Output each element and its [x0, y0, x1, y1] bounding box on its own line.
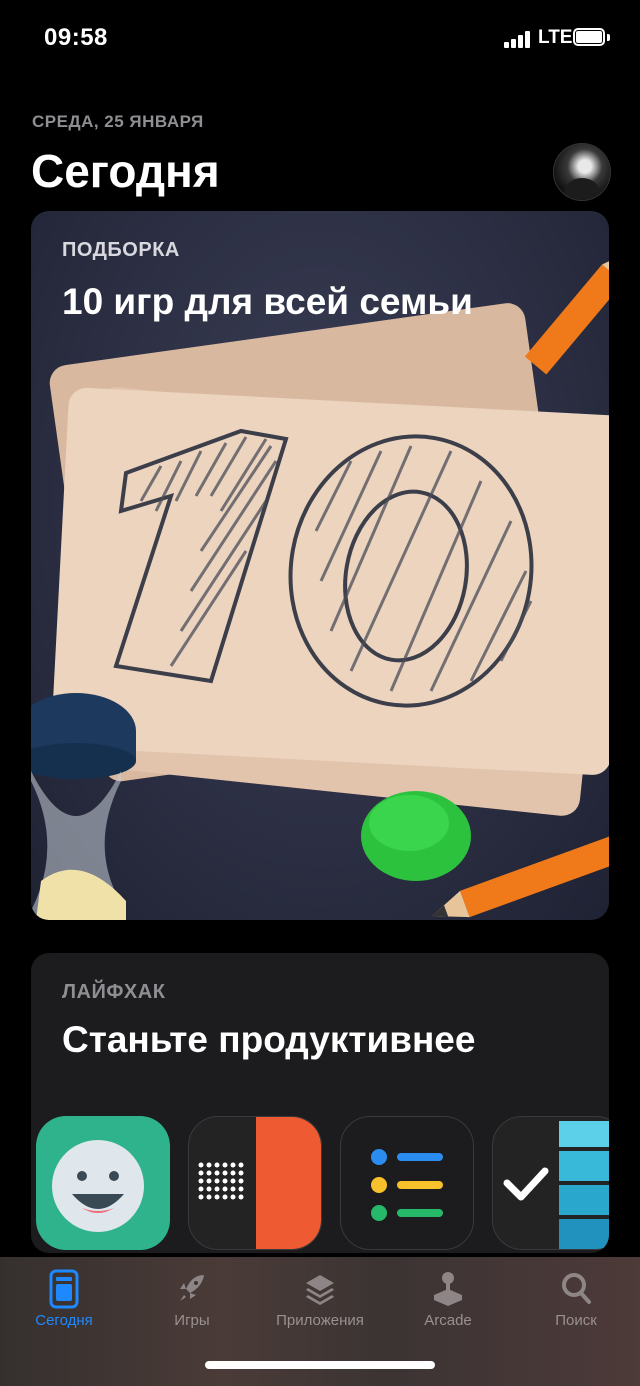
signal-icon — [504, 30, 532, 48]
app-icon-dots[interactable] — [188, 1116, 322, 1250]
smiley-icon — [52, 1140, 144, 1232]
today-icon — [49, 1269, 79, 1309]
rocket-icon — [180, 1275, 204, 1301]
story-card-lifehack[interactable]: ЛАЙФХАК Станьте продуктивнее — [31, 953, 609, 1253]
dots-grid-icon — [198, 1117, 321, 1249]
date-label: СРЕДА, 25 ЯНВАРЯ — [32, 112, 204, 131]
layers-icon — [306, 1275, 334, 1305]
page-title: Сегодня — [31, 145, 220, 197]
tab-label: Сегодня — [35, 1312, 93, 1329]
tab-label: Игры — [174, 1312, 210, 1329]
card-eyebrow: ЛАЙФХАК — [62, 981, 166, 1003]
network-label: LTE — [538, 27, 573, 48]
tab-arcade[interactable]: Arcade — [384, 1265, 512, 1345]
app-icon-list[interactable] — [340, 1116, 474, 1250]
tab-apps[interactable]: Приложения — [256, 1265, 384, 1345]
app-icon-smiley[interactable] — [36, 1116, 170, 1250]
status-time: 09:58 — [44, 24, 108, 51]
status-bar: 09:58 LTE — [0, 0, 640, 80]
tab-label: Arcade — [424, 1312, 472, 1329]
card-title: Станьте продуктивнее — [62, 1019, 476, 1060]
tab-search[interactable]: Поиск — [512, 1265, 640, 1345]
card-eyebrow: ПОДБОРКА — [62, 239, 180, 261]
tab-label: Поиск — [555, 1312, 597, 1329]
joystick-icon — [434, 1272, 462, 1306]
tab-games[interactable]: Игры — [128, 1265, 256, 1345]
tab-today[interactable]: Сегодня — [0, 1265, 128, 1345]
app-icon-checklist[interactable] — [492, 1116, 609, 1250]
story-card-featured[interactable]: ПОДБОРКА 10 игр для всей семьи — [31, 211, 609, 920]
card-title: 10 игр для всей семьи — [62, 281, 473, 322]
battery-icon — [573, 28, 611, 48]
list-icon — [371, 1149, 443, 1221]
home-indicator[interactable] — [205, 1361, 435, 1369]
checkmark-icon — [503, 1121, 609, 1249]
search-icon — [562, 1273, 591, 1304]
avatar[interactable] — [553, 143, 611, 201]
tab-label: Приложения — [276, 1312, 364, 1329]
